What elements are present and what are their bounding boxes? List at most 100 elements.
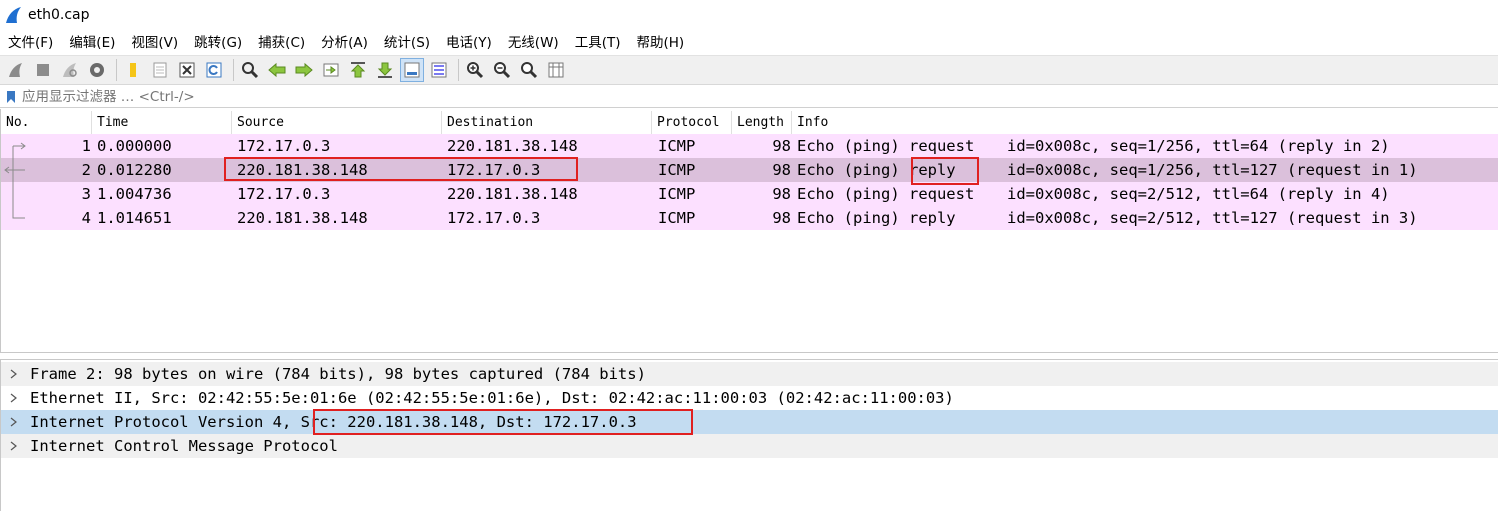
menu-capture[interactable]: 捕获(C) bbox=[250, 31, 313, 55]
packet-info-detail: id=0x008c, seq=2/512, ttl=127 (request i… bbox=[1007, 209, 1418, 227]
display-filter-bar bbox=[0, 86, 1498, 108]
chevron-right-icon[interactable] bbox=[7, 386, 21, 410]
packet-length: 98 bbox=[772, 185, 791, 203]
toolbar-separator bbox=[458, 59, 459, 81]
packet-row[interactable]: 3 1.004736 172.17.0.3 220.181.38.148 ICM… bbox=[1, 182, 1498, 206]
packet-time: 1.004736 bbox=[97, 185, 172, 203]
column-header-destination[interactable]: Destination bbox=[442, 111, 652, 135]
colorize-button[interactable] bbox=[427, 58, 451, 82]
stop-capture-button[interactable] bbox=[31, 58, 55, 82]
chevron-right-icon[interactable] bbox=[7, 362, 21, 386]
column-header-source[interactable]: Source bbox=[232, 111, 442, 135]
menu-bar: 文件(F) 编辑(E) 视图(V) 跳转(G) 捕获(C) 分析(A) 统计(S… bbox=[0, 31, 1498, 55]
packet-source: 172.17.0.3 bbox=[237, 137, 331, 155]
go-first-button[interactable] bbox=[346, 58, 370, 82]
restart-shark-icon bbox=[63, 63, 77, 77]
resize-columns-button[interactable] bbox=[544, 58, 568, 82]
go-back-button[interactable] bbox=[265, 58, 289, 82]
zoom-normal-button[interactable] bbox=[517, 58, 541, 82]
detail-text: Internet Control Message Protocol bbox=[30, 437, 338, 455]
reload-file-button[interactable] bbox=[202, 58, 226, 82]
arrow-left-icon bbox=[268, 62, 286, 78]
autoscroll-button[interactable] bbox=[400, 58, 424, 82]
detail-row-ethernet[interactable]: Ethernet II, Src: 02:42:55:5e:01:6e (02:… bbox=[1, 386, 1498, 410]
menu-edit[interactable]: 编辑(E) bbox=[61, 31, 123, 55]
packet-destination: 172.17.0.3 bbox=[447, 209, 541, 227]
packet-length: 98 bbox=[772, 161, 791, 179]
capture-options-button[interactable] bbox=[85, 58, 109, 82]
column-header-length[interactable]: Length bbox=[732, 111, 792, 135]
toolbar-separator bbox=[116, 59, 117, 81]
menu-tools[interactable]: 工具(T) bbox=[567, 31, 629, 55]
zoom-out-icon bbox=[494, 62, 511, 79]
display-filter-input[interactable] bbox=[22, 88, 1472, 105]
go-to-packet-icon bbox=[323, 63, 339, 77]
packet-no: 2 bbox=[81, 161, 91, 179]
window-title: eth0.cap bbox=[28, 7, 90, 23]
zoom-out-button[interactable] bbox=[490, 58, 514, 82]
packet-time: 1.014651 bbox=[97, 209, 172, 227]
menu-view[interactable]: 视图(V) bbox=[123, 31, 186, 55]
column-header-time[interactable]: Time bbox=[92, 111, 232, 135]
menu-telephony[interactable]: 电话(Y) bbox=[438, 31, 500, 55]
menu-analyze[interactable]: 分析(A) bbox=[313, 31, 376, 55]
zoom-normal-icon bbox=[521, 62, 538, 79]
menu-help[interactable]: 帮助(H) bbox=[628, 31, 692, 55]
menu-file[interactable]: 文件(F) bbox=[0, 31, 61, 55]
column-header-no[interactable]: No. bbox=[1, 111, 92, 135]
main-toolbar bbox=[0, 55, 1498, 85]
detail-text: Internet Protocol Version 4, Src: 220.18… bbox=[30, 413, 637, 431]
packet-source: 220.181.38.148 bbox=[237, 161, 368, 179]
menu-go[interactable]: 跳转(G) bbox=[186, 31, 250, 55]
restart-capture-button[interactable] bbox=[58, 58, 82, 82]
arrow-right-icon bbox=[295, 62, 313, 78]
close-file-button[interactable] bbox=[175, 58, 199, 82]
menu-statistics[interactable]: 统计(S) bbox=[376, 31, 438, 55]
gear-options-icon bbox=[90, 63, 104, 77]
packet-row[interactable]: 4 1.014651 220.181.38.148 172.17.0.3 ICM… bbox=[1, 206, 1498, 230]
chevron-right-icon[interactable] bbox=[7, 410, 21, 434]
reload-icon bbox=[206, 62, 222, 78]
go-to-packet-button[interactable] bbox=[319, 58, 343, 82]
go-forward-button[interactable] bbox=[292, 58, 316, 82]
save-file-button[interactable] bbox=[148, 58, 172, 82]
find-packet-button[interactable] bbox=[238, 58, 262, 82]
packet-protocol: ICMP bbox=[658, 209, 696, 227]
go-last-button[interactable] bbox=[373, 58, 397, 82]
toolbar-separator bbox=[233, 59, 234, 81]
packet-length: 98 bbox=[772, 137, 791, 155]
zoom-in-button[interactable] bbox=[463, 58, 487, 82]
packet-destination: 220.181.38.148 bbox=[447, 185, 578, 203]
open-file-button[interactable] bbox=[121, 58, 145, 82]
packet-no: 3 bbox=[81, 185, 91, 203]
menu-wireless[interactable]: 无线(W) bbox=[500, 31, 567, 55]
filter-bookmark-button[interactable] bbox=[4, 88, 18, 106]
packet-protocol: ICMP bbox=[658, 161, 696, 179]
open-folder-icon bbox=[130, 63, 136, 77]
start-capture-button[interactable] bbox=[4, 58, 28, 82]
packet-source: 220.181.38.148 bbox=[237, 209, 368, 227]
detail-text: Frame 2: 98 bytes on wire (784 bits), 98… bbox=[30, 365, 646, 383]
detail-row-ipv4[interactable]: Internet Protocol Version 4, Src: 220.18… bbox=[1, 410, 1498, 434]
stop-square-icon bbox=[37, 64, 49, 76]
packet-length: 98 bbox=[772, 209, 791, 227]
search-magnifier-icon bbox=[242, 62, 259, 79]
packet-list-pane: No. Time Source Destination Protocol Len… bbox=[0, 109, 1498, 353]
file-icon bbox=[153, 62, 167, 78]
packet-destination: 220.181.38.148 bbox=[447, 137, 578, 155]
bookmark-icon bbox=[7, 90, 15, 103]
detail-row-icmp[interactable]: Internet Control Message Protocol bbox=[1, 434, 1498, 458]
column-header-protocol[interactable]: Protocol bbox=[652, 111, 732, 135]
detail-row-frame[interactable]: Frame 2: 98 bytes on wire (784 bits), 98… bbox=[1, 362, 1498, 386]
wireshark-fin-icon bbox=[6, 7, 21, 23]
packet-source: 172.17.0.3 bbox=[237, 185, 331, 203]
packet-row-selected[interactable]: 2 0.012280 220.181.38.148 172.17.0.3 ICM… bbox=[1, 158, 1498, 182]
column-header-info[interactable]: Info bbox=[792, 111, 1497, 135]
chevron-right-icon[interactable] bbox=[7, 434, 21, 458]
packet-row[interactable]: 1 0.000000 172.17.0.3 220.181.38.148 ICM… bbox=[1, 134, 1498, 158]
packet-protocol: ICMP bbox=[658, 185, 696, 203]
packet-info-type: Echo (ping) request bbox=[797, 137, 975, 155]
packet-time: 0.012280 bbox=[97, 161, 172, 179]
shark-fin-start-icon bbox=[9, 63, 22, 77]
go-first-icon bbox=[350, 62, 366, 78]
